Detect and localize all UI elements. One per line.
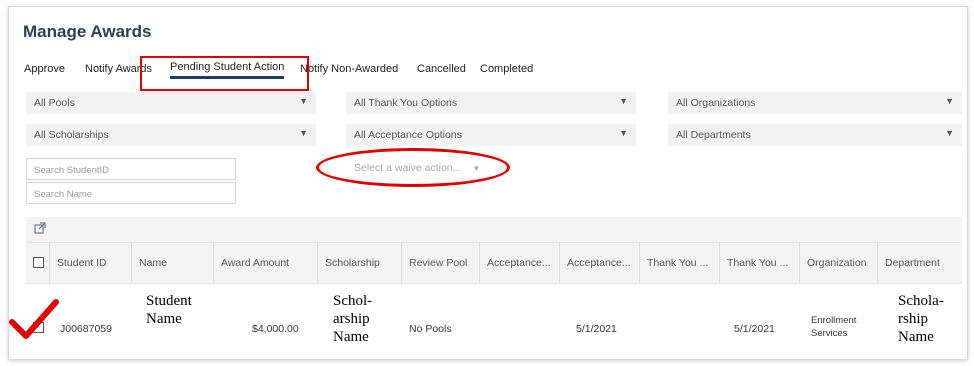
- acceptance-date-cell: 5/1/2021: [576, 323, 617, 335]
- column-header[interactable]: Organization: [800, 243, 878, 283]
- thank-you-date-cell: 5/1/2021: [734, 323, 775, 335]
- acceptance-dropdown[interactable]: All Acceptance Options ▼: [346, 124, 636, 146]
- department-cell: Schola- rship Name: [898, 292, 944, 346]
- scholarships-dropdown-label: All Scholarships: [34, 129, 109, 141]
- column-header[interactable]: Scholarship: [318, 243, 402, 283]
- organization-line: Enrollment: [811, 315, 857, 326]
- page-title: Manage Awards: [23, 22, 152, 41]
- student-name-line: Student: [146, 293, 192, 309]
- review-pool-cell: No Pools: [409, 323, 452, 335]
- column-header[interactable]: Name: [132, 243, 214, 283]
- select-all-cell: [26, 243, 50, 283]
- scholarships-dropdown[interactable]: All Scholarships ▼: [26, 124, 316, 146]
- check-mark-icon: [9, 299, 59, 339]
- external-link-icon[interactable]: [34, 222, 46, 234]
- tab-approve[interactable]: Approve: [24, 63, 65, 75]
- annotation-highlight-box: [140, 56, 309, 91]
- department-line: Name: [898, 329, 934, 345]
- organization-cell: Enrollment Services: [811, 314, 856, 340]
- thank-you-dropdown-label: All Thank You Options: [354, 97, 458, 109]
- column-header[interactable]: Award Amount: [214, 243, 318, 283]
- annotation-highlight-ellipse: [316, 148, 510, 187]
- caret-down-icon: ▼: [299, 96, 308, 106]
- search-student-id-input[interactable]: Search StudentID: [26, 158, 236, 180]
- tab-notify-non-awarded[interactable]: Notify Non-Awarded: [300, 63, 398, 75]
- column-header[interactable]: Thank You ...: [720, 243, 800, 283]
- student-id-cell: J00687059: [60, 323, 112, 335]
- table-toolbar: [26, 217, 962, 242]
- select-all-checkbox[interactable]: [33, 257, 44, 268]
- caret-down-icon: ▼: [945, 96, 954, 106]
- award-amount-cell: $4,000.00: [252, 323, 299, 335]
- pools-dropdown-label: All Pools: [34, 97, 75, 109]
- organization-line: Services: [811, 328, 848, 339]
- caret-down-icon: ▼: [945, 128, 954, 138]
- caret-down-icon: ▼: [619, 96, 628, 106]
- column-header[interactable]: Student ID: [50, 243, 132, 283]
- column-header[interactable]: Department: [878, 243, 962, 283]
- pools-dropdown[interactable]: All Pools ▼: [26, 92, 316, 114]
- search-name-input[interactable]: Search Name: [26, 182, 236, 204]
- organizations-dropdown[interactable]: All Organizations ▼: [668, 92, 962, 114]
- column-header[interactable]: Review Pool: [402, 243, 480, 283]
- scholarship-line: Schol-: [333, 293, 373, 309]
- student-name-line: Name: [146, 311, 182, 327]
- acceptance-dropdown-label: All Acceptance Options: [354, 129, 462, 141]
- department-line: rship: [898, 311, 928, 327]
- scholarship-line: arship: [333, 311, 370, 327]
- table-row[interactable]: J00687059 Student Name $4,000.00 Schol- …: [26, 282, 962, 358]
- scholarship-cell: Schol- arship Name: [333, 292, 372, 346]
- column-header[interactable]: Thank You ...: [640, 243, 720, 283]
- tab-completed[interactable]: Completed: [480, 63, 533, 75]
- thank-you-dropdown[interactable]: All Thank You Options ▼: [346, 92, 636, 114]
- departments-dropdown[interactable]: All Departments ▼: [668, 124, 962, 146]
- tab-cancelled[interactable]: Cancelled: [417, 63, 466, 75]
- student-name-cell: Student Name: [146, 292, 192, 328]
- scholarship-line: Name: [333, 329, 369, 345]
- departments-dropdown-label: All Departments: [676, 129, 751, 141]
- department-line: Schola-: [898, 293, 944, 309]
- caret-down-icon: ▼: [299, 128, 308, 138]
- caret-down-icon: ▼: [619, 128, 628, 138]
- organizations-dropdown-label: All Organizations: [676, 97, 756, 109]
- column-header[interactable]: Acceptance...: [480, 243, 560, 283]
- column-header[interactable]: Acceptance...: [560, 243, 640, 283]
- table-header: Student ID Name Award Amount Scholarship…: [26, 242, 962, 284]
